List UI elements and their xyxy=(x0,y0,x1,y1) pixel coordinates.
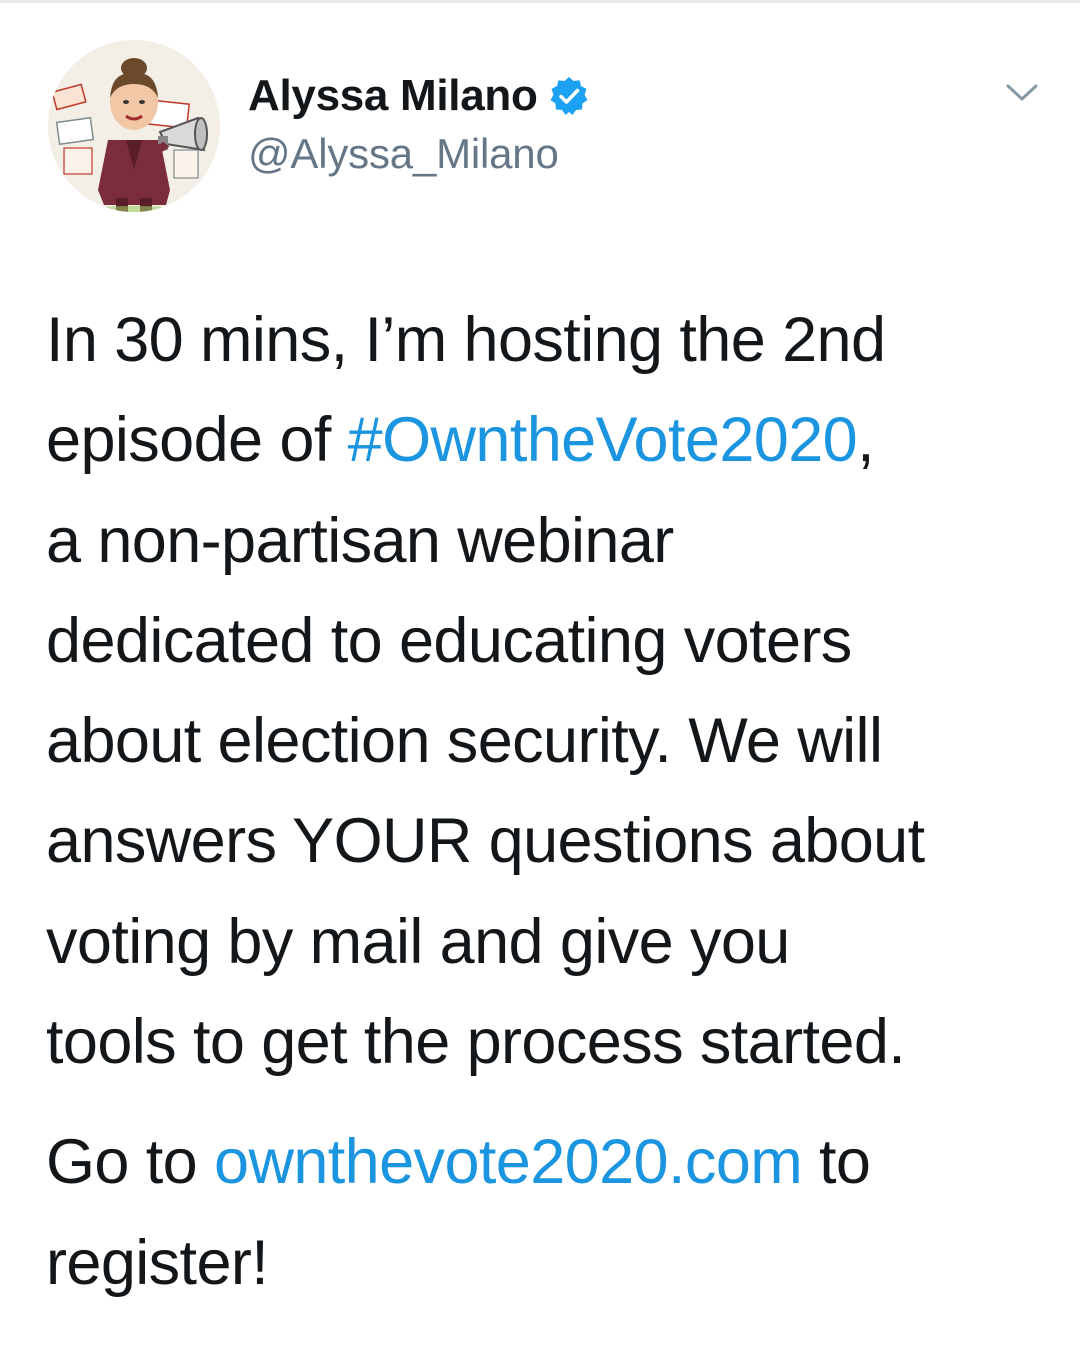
tweet-line: voting by mail and give you xyxy=(46,892,1046,992)
tweet-line: tools to get the process started. xyxy=(46,992,1046,1092)
tweet-line-text: In 30 mins, I’m hosting the 2nd xyxy=(46,305,886,375)
tweet-line-text: register! xyxy=(46,1227,269,1298)
tweet-line: answers YOUR questions about xyxy=(46,791,1046,891)
tweet-line-text: voting by mail and give you xyxy=(46,906,790,977)
tweet-line-text: , xyxy=(857,405,875,476)
hashtag-link[interactable]: #OwntheVote2020 xyxy=(348,405,858,475)
verified-badge-icon xyxy=(548,75,590,117)
tweet-line: a non-partisan webinar xyxy=(46,491,1046,591)
tweet-line: In 30 mins, I’m hosting the 2nd xyxy=(46,290,1046,390)
caricature-avatar-icon xyxy=(48,40,220,212)
display-name[interactable]: Alyssa Milano xyxy=(248,71,538,121)
tweet-line-text: tools to get the process started. xyxy=(46,1007,906,1078)
tweet-line: about election security. We will xyxy=(46,691,1046,791)
author-names: Alyssa Milano @Alyssa_Milano xyxy=(248,68,590,178)
tweet-line-text: about election security. We will xyxy=(46,706,883,777)
tweet-line-text: episode of xyxy=(46,405,348,476)
user-handle[interactable]: @Alyssa_Milano xyxy=(248,130,590,178)
display-name-row: Alyssa Milano xyxy=(248,68,590,124)
tweet-paragraph: Go to ownthevote2020.com to register! xyxy=(46,1112,1046,1313)
tweet-line-text: answers YOUR questions about xyxy=(46,806,925,877)
tweet-header: Alyssa Milano @Alyssa_Milano xyxy=(48,40,1048,215)
tweet-paragraph: In 30 mins, I’m hosting the 2nd episode o… xyxy=(46,290,1046,1092)
tweet-line-text: Go to xyxy=(46,1127,214,1198)
tweet-line: Go to ownthevote2020.com to xyxy=(46,1112,1046,1212)
tweet-text: In 30 mins, I’m hosting the 2nd episode o… xyxy=(46,290,1046,1313)
tweet-line-text: dedicated to educating voters xyxy=(46,605,852,676)
avatar[interactable] xyxy=(48,40,220,212)
tweet-line-text: a non-partisan webinar xyxy=(46,505,674,576)
tweet-line: dedicated to educating voters xyxy=(46,591,1046,691)
tweet-card: Alyssa Milano @Alyssa_Milano In 30 mins,… xyxy=(0,0,1080,1350)
tweet-line-text: to xyxy=(802,1127,871,1198)
tweet-line: episode of #OwntheVote2020, xyxy=(46,390,1046,490)
url-link[interactable]: ownthevote2020.com xyxy=(214,1127,803,1197)
tweet-line: register! xyxy=(46,1213,1046,1313)
chevron-down-icon[interactable] xyxy=(1000,78,1044,108)
